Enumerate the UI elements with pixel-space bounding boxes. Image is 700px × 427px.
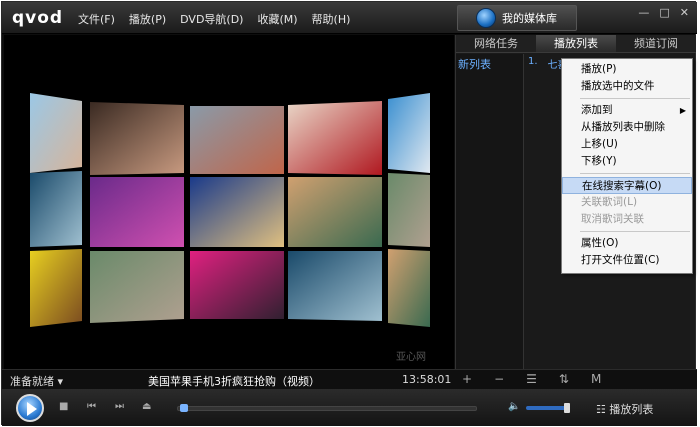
control-bar: ■ ⏮ ⏭ ⏏ 🔈 ☷ 播放列表 bbox=[2, 389, 697, 426]
context-menu-item[interactable]: 播放选中的文件 bbox=[562, 78, 692, 95]
context-menu-label: 取消歌词关联 bbox=[581, 213, 644, 225]
context-menu-item[interactable]: 添加到 ▶ bbox=[562, 102, 692, 119]
menu-separator bbox=[580, 231, 690, 232]
context-menu-label: 在线搜索字幕(O) bbox=[582, 180, 662, 192]
photo-tile bbox=[30, 93, 82, 173]
photo-tile bbox=[190, 106, 284, 174]
photo-wall bbox=[30, 93, 430, 327]
context-menu-label: 上移(U) bbox=[581, 138, 618, 150]
context-menu-label: 属性(O) bbox=[581, 237, 619, 249]
context-menu-item[interactable]: 上移(U) bbox=[562, 136, 692, 153]
clock-time: 13:58:01 bbox=[402, 373, 452, 386]
playlist-name-item[interactable]: 新列表 bbox=[456, 54, 523, 74]
context-menu-item[interactable]: 下移(Y) bbox=[562, 153, 692, 170]
minimize-icon[interactable]: — bbox=[638, 6, 649, 19]
mode-icon[interactable]: M bbox=[591, 372, 601, 386]
photo-tile bbox=[388, 173, 430, 247]
chevron-down-icon: ▾ bbox=[57, 375, 64, 388]
play-button[interactable] bbox=[16, 394, 44, 422]
menu-bar: 文件(F) 播放(P) DVD导航(D) 收藏(M) 帮助(H) bbox=[78, 11, 350, 27]
item-index: 1. bbox=[528, 56, 538, 67]
maximize-icon[interactable]: □ bbox=[659, 6, 669, 19]
tab-playlist[interactable]: 播放列表 bbox=[536, 35, 616, 52]
previous-icon[interactable]: ⏮ bbox=[87, 401, 96, 412]
playlist-icon: ☷ bbox=[596, 403, 606, 416]
context-menu-item[interactable]: 打开文件位置(C) bbox=[562, 252, 692, 269]
list-icon[interactable]: ☰ bbox=[526, 372, 537, 386]
context-menu-item[interactable]: 在线搜索字幕(O) bbox=[562, 177, 692, 194]
volume-icon[interactable]: 🔈 bbox=[508, 401, 520, 412]
menu-dvd[interactable]: DVD导航(D) bbox=[180, 11, 243, 27]
media-library-button[interactable]: 我的媒体库 bbox=[457, 5, 577, 31]
context-menu-label: 下移(Y) bbox=[581, 155, 617, 167]
photo-tile bbox=[190, 177, 284, 247]
title-bar: qvod 文件(F) 播放(P) DVD导航(D) 收藏(M) 帮助(H) 我的… bbox=[2, 2, 697, 34]
photo-tile bbox=[90, 251, 184, 323]
volume-handle[interactable] bbox=[564, 403, 570, 413]
close-icon[interactable]: ✕ bbox=[680, 6, 689, 19]
next-icon[interactable]: ⏭ bbox=[115, 401, 124, 412]
playlist-toggle-button[interactable]: ☷ 播放列表 bbox=[596, 401, 653, 417]
remove-icon[interactable]: − bbox=[494, 372, 504, 386]
context-menu-item[interactable]: 播放(P) bbox=[562, 61, 692, 78]
context-menu-item: 取消歌词关联 bbox=[562, 211, 692, 228]
playlist-toolbar: + − ☰ ⇅ M bbox=[462, 372, 601, 386]
photo-tile bbox=[30, 171, 82, 247]
menu-play[interactable]: 播放(P) bbox=[129, 11, 166, 27]
menu-help[interactable]: 帮助(H) bbox=[312, 11, 351, 27]
seek-handle[interactable] bbox=[180, 404, 188, 412]
tab-channels[interactable]: 频道订阅 bbox=[616, 35, 696, 52]
context-menu-label: 播放(P) bbox=[581, 63, 617, 75]
photo-tile bbox=[288, 177, 382, 247]
context-menu-label: 从播放列表中删除 bbox=[581, 121, 665, 133]
video-watermark: 亚心网 bbox=[396, 352, 426, 363]
photo-tile bbox=[388, 93, 430, 173]
photo-tile bbox=[190, 251, 284, 319]
seek-bar[interactable] bbox=[177, 406, 477, 411]
photo-tile bbox=[288, 101, 382, 175]
playlist-names: 新列表 bbox=[456, 54, 524, 369]
app-logo: qvod bbox=[12, 8, 64, 28]
menu-separator bbox=[580, 173, 690, 174]
panel-tabs: 网络任务 播放列表 频道订阅 bbox=[456, 35, 696, 53]
photo-tile bbox=[388, 249, 430, 327]
context-menu: 播放(P) 播放选中的文件 添加到 ▶ 从播放列表中删除 上移(U) 下移(Y) 在线搜索字幕… bbox=[561, 58, 693, 274]
status-text[interactable]: 准备就绪 ▾ bbox=[10, 373, 63, 389]
photo-tile bbox=[90, 102, 184, 175]
context-menu-item: 关联歌词(L) bbox=[562, 194, 692, 211]
menu-file[interactable]: 文件(F) bbox=[78, 11, 115, 27]
video-area[interactable]: 亚心网 bbox=[4, 35, 454, 369]
chevron-right-icon: ▶ bbox=[679, 106, 686, 115]
eject-icon[interactable]: ⏏ bbox=[142, 401, 151, 412]
photo-tile bbox=[90, 177, 184, 247]
stop-icon[interactable]: ■ bbox=[59, 401, 68, 412]
context-menu-label: 关联歌词(L) bbox=[581, 196, 638, 208]
media-library-label: 我的媒体库 bbox=[502, 12, 557, 25]
menu-favorites[interactable]: 收藏(M) bbox=[257, 11, 297, 27]
photo-tile bbox=[30, 249, 82, 327]
globe-icon bbox=[476, 8, 496, 28]
tab-network-tasks[interactable]: 网络任务 bbox=[456, 35, 536, 52]
sort-icon[interactable]: ⇅ bbox=[559, 372, 569, 386]
now-playing-title: 美国苹果手机3折疯狂抢购（视频） bbox=[148, 375, 320, 388]
context-menu-item[interactable]: 属性(O) bbox=[562, 235, 692, 252]
context-menu-item[interactable]: 从播放列表中删除 bbox=[562, 119, 692, 136]
context-menu-label: 打开文件位置(C) bbox=[581, 254, 660, 266]
status-bar: 准备就绪 ▾ 美国苹果手机3折疯狂抢购（视频） 13:58:01 + − ☰ ⇅… bbox=[2, 369, 697, 389]
window-controls: — □ ✕ bbox=[638, 6, 689, 19]
photo-tile bbox=[288, 251, 382, 321]
context-menu-label: 播放选中的文件 bbox=[581, 80, 655, 92]
menu-separator bbox=[580, 98, 690, 99]
context-menu-label: 添加到 bbox=[581, 104, 613, 116]
add-icon[interactable]: + bbox=[462, 372, 472, 386]
